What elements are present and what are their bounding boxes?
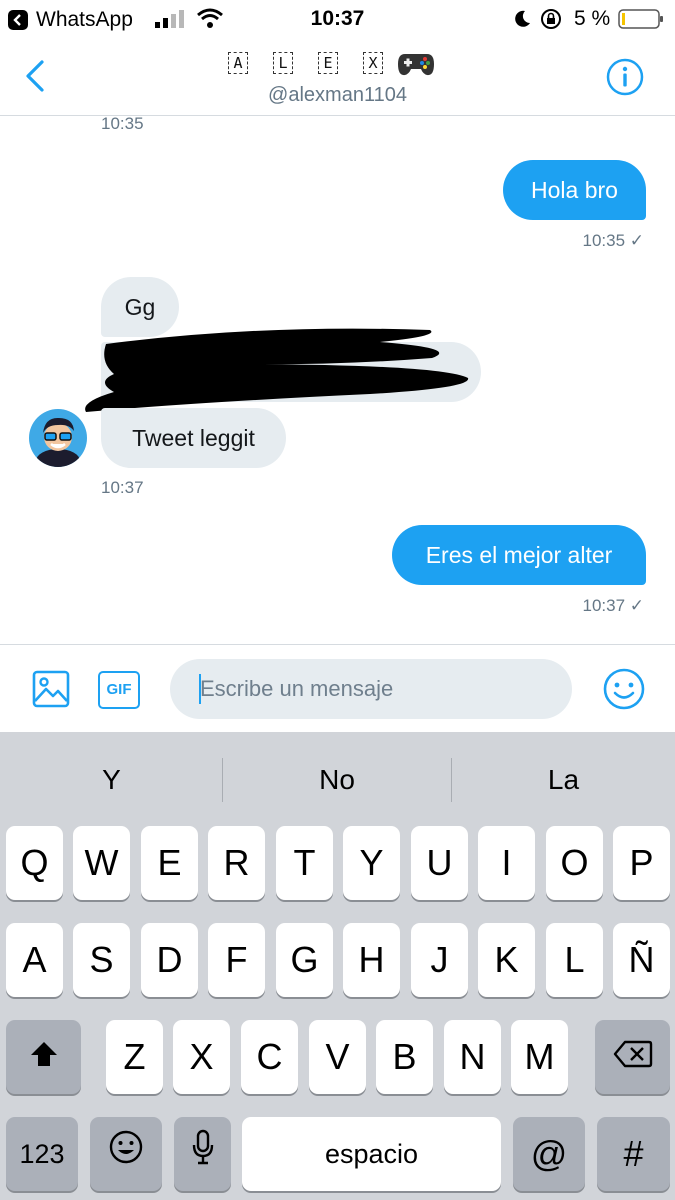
- key-x[interactable]: X: [173, 1020, 230, 1094]
- gif-button[interactable]: GIF: [98, 671, 140, 709]
- battery-icon: [618, 9, 664, 29]
- message-bubble-incoming[interactable]: Tweet leggit: [101, 408, 286, 468]
- key-g[interactable]: G: [276, 923, 333, 997]
- message-bubble-outgoing[interactable]: Hola bro: [503, 160, 646, 220]
- text-cursor: [199, 674, 201, 704]
- message-timestamp: 10:37 ✓: [582, 596, 644, 615]
- numbers-key[interactable]: 123: [6, 1117, 78, 1191]
- image-icon[interactable]: [32, 670, 70, 708]
- redaction-scribble: [80, 322, 472, 422]
- dictation-key[interactable]: [174, 1117, 231, 1191]
- name-letter: A: [228, 52, 248, 74]
- suggestion-item[interactable]: Y: [0, 732, 223, 828]
- name-letter: L: [273, 52, 293, 74]
- key-f[interactable]: F: [208, 923, 265, 997]
- key-b[interactable]: B: [376, 1020, 433, 1094]
- conversation-header: A L E X @alexman1104: [0, 38, 675, 116]
- key-a[interactable]: A: [6, 923, 63, 997]
- message-timestamp: 10:35 ✓: [582, 231, 644, 250]
- message-bubble-outgoing[interactable]: Eres el mejor alter: [392, 525, 646, 585]
- moon-icon: [512, 9, 532, 29]
- key-k[interactable]: K: [478, 923, 535, 997]
- battery-percent: 5 %: [574, 7, 611, 30]
- emoji-icon[interactable]: [602, 667, 646, 711]
- keyboard: Y No La Q W E R T Y U I O P A S D F G H …: [0, 732, 675, 1200]
- suggestion-item[interactable]: La: [452, 732, 675, 828]
- info-button[interactable]: [605, 57, 645, 97]
- key-c[interactable]: C: [241, 1020, 298, 1094]
- key-h[interactable]: H: [343, 923, 400, 997]
- gif-label: GIF: [106, 681, 132, 698]
- emoji-keyboard-key[interactable]: [90, 1117, 162, 1191]
- at-key[interactable]: @: [513, 1117, 585, 1191]
- suggestion-bar: Y No La: [0, 732, 675, 828]
- message-text: Eres el mejor alter: [425, 542, 613, 568]
- message-timestamp: 10:37: [101, 478, 144, 497]
- key-y[interactable]: Y: [343, 826, 400, 900]
- status-bar: WhatsApp 10:37 5 %: [0, 0, 675, 38]
- microphone-icon: [191, 1116, 215, 1190]
- key-w[interactable]: W: [73, 826, 130, 900]
- key-n[interactable]: N: [444, 1020, 501, 1094]
- shift-key[interactable]: [6, 1020, 81, 1094]
- game-controller-icon: [397, 48, 435, 78]
- key-r[interactable]: R: [208, 826, 265, 900]
- contact-name[interactable]: A L E X: [228, 48, 458, 78]
- message-text: Gg: [124, 294, 156, 320]
- name-letter: E: [318, 52, 338, 74]
- key-v[interactable]: V: [309, 1020, 366, 1094]
- message-text: Hola bro: [531, 177, 618, 203]
- key-j[interactable]: J: [411, 923, 468, 997]
- key-s[interactable]: S: [73, 923, 130, 997]
- key-z[interactable]: Z: [106, 1020, 163, 1094]
- key-m[interactable]: M: [511, 1020, 568, 1094]
- key-u[interactable]: U: [411, 826, 468, 900]
- message-text: Tweet leggit: [132, 425, 255, 451]
- message-input[interactable]: [170, 659, 572, 719]
- key-enye[interactable]: Ñ: [613, 923, 670, 997]
- key-e[interactable]: E: [141, 826, 198, 900]
- key-i[interactable]: I: [478, 826, 535, 900]
- key-q[interactable]: Q: [6, 826, 63, 900]
- message-timestamp: 10:35: [101, 114, 144, 133]
- backspace-key[interactable]: [595, 1020, 670, 1094]
- key-p[interactable]: P: [613, 826, 670, 900]
- space-key[interactable]: espacio: [242, 1117, 501, 1191]
- avatar[interactable]: [29, 409, 87, 467]
- key-l[interactable]: L: [546, 923, 603, 997]
- key-d[interactable]: D: [141, 923, 198, 997]
- orientation-lock-icon: [540, 8, 562, 30]
- hash-key[interactable]: #: [597, 1117, 670, 1191]
- key-o[interactable]: O: [546, 826, 603, 900]
- emoji-keyboard-icon: [108, 1116, 144, 1190]
- shift-icon: [29, 1019, 59, 1093]
- message-composer: GIF: [0, 644, 675, 732]
- backspace-icon: [613, 1019, 653, 1093]
- suggestion-item[interactable]: No: [223, 732, 451, 828]
- key-t[interactable]: T: [276, 826, 333, 900]
- contact-handle: @alexman1104: [268, 84, 407, 106]
- name-letter: X: [363, 52, 383, 74]
